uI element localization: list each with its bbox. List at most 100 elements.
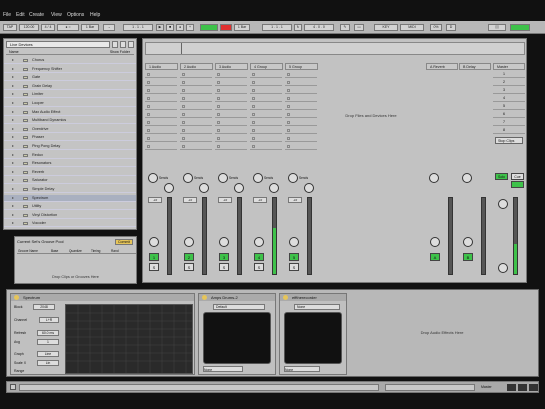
- clip-slot[interactable]: [250, 79, 282, 86]
- pan-knob[interactable]: [184, 237, 194, 247]
- clip-stop-icon[interactable]: [252, 113, 255, 116]
- external-display[interactable]: [284, 312, 342, 364]
- clip-slot[interactable]: [215, 127, 247, 134]
- clip-slot[interactable]: [180, 119, 212, 126]
- send-b-knob[interactable]: [199, 183, 209, 193]
- view-toggle-2[interactable]: [518, 384, 527, 391]
- expand-arrow-icon[interactable]: ▸: [12, 143, 14, 150]
- pan-knob[interactable]: [219, 237, 229, 247]
- clip-stop-icon[interactable]: [147, 129, 150, 132]
- cue-selector[interactable]: Cue: [511, 173, 524, 180]
- clip-stop-icon[interactable]: [182, 113, 185, 116]
- track-activator-button[interactable]: 5: [289, 253, 299, 261]
- clip-stop-icon[interactable]: [217, 113, 220, 116]
- scene-launch[interactable]: 3: [493, 87, 525, 94]
- clip-stop-icon[interactable]: [182, 145, 185, 148]
- scene-launch[interactable]: 5: [493, 103, 525, 110]
- clip-stop-icon[interactable]: [182, 89, 185, 92]
- clip-slot[interactable]: [285, 119, 317, 126]
- clip-stop-icon[interactable]: [217, 89, 220, 92]
- clip-stop-icon[interactable]: [217, 121, 220, 124]
- avg-field[interactable]: 1: [37, 339, 59, 345]
- volume-field[interactable]: -inf: [148, 197, 162, 203]
- status-toggle-icon[interactable]: [10, 384, 16, 390]
- clip-slot[interactable]: [145, 79, 177, 86]
- draw-mode-icon[interactable]: ✎: [340, 24, 350, 31]
- browser-item[interactable]: ▸ Overdrive: [4, 126, 136, 133]
- expand-arrow-icon[interactable]: ▸: [12, 195, 14, 202]
- return-send-knob[interactable]: [429, 173, 439, 183]
- automation-arm-button[interactable]: [220, 24, 232, 31]
- return-send-knob[interactable]: [462, 173, 472, 183]
- clip-slot[interactable]: [250, 71, 282, 78]
- clip-stop-icon[interactable]: [182, 105, 185, 108]
- track-activator-button[interactable]: 3: [219, 253, 229, 261]
- clip-slot[interactable]: [250, 111, 282, 118]
- key-map-button[interactable]: KEY: [374, 24, 398, 31]
- clip-stop-icon[interactable]: [252, 73, 255, 76]
- expand-arrow-icon[interactable]: ▸: [12, 83, 14, 90]
- track-activator-button[interactable]: 4: [254, 253, 264, 261]
- scene-launch[interactable]: 6: [493, 111, 525, 118]
- clip-slot[interactable]: [145, 127, 177, 134]
- browser-item[interactable]: ▸ Max Audio Effect: [4, 109, 136, 116]
- scale-x-select[interactable]: Lin: [37, 360, 59, 366]
- volume-field[interactable]: -inf: [183, 197, 197, 203]
- clip-stop-icon[interactable]: [287, 145, 290, 148]
- clip-slot[interactable]: [250, 87, 282, 94]
- metronome-toggle[interactable]: ● ○: [57, 24, 79, 31]
- clip-slot[interactable]: [180, 135, 212, 142]
- send-a-knob[interactable]: [253, 173, 263, 183]
- clip-stop-icon[interactable]: [182, 129, 185, 132]
- clip-slot[interactable]: [145, 111, 177, 118]
- menu-create[interactable]: Create: [29, 12, 44, 18]
- browser-item[interactable]: ▸ Vinyl Distortion: [4, 212, 136, 219]
- return-header[interactable]: A Reverb: [426, 63, 458, 70]
- send-b-knob[interactable]: [234, 183, 244, 193]
- clip-slot[interactable]: [145, 103, 177, 110]
- send-a-knob[interactable]: [183, 173, 193, 183]
- refresh-field[interactable]: 60.0 ms: [37, 330, 59, 336]
- browser-item[interactable]: ▸ Frequency Shifter: [4, 66, 136, 73]
- clip-stop-icon[interactable]: [287, 105, 290, 108]
- expand-arrow-icon[interactable]: ▸: [12, 152, 14, 159]
- scene-launch[interactable]: 4: [493, 95, 525, 102]
- clip-stop-icon[interactable]: [287, 81, 290, 84]
- view-toggle-3[interactable]: [529, 384, 538, 391]
- clip-stop-icon[interactable]: [287, 137, 290, 140]
- external-preset-select[interactable]: None: [294, 304, 340, 310]
- follow-icon[interactable]: →: [103, 24, 115, 31]
- browser-item[interactable]: ▸ Reverb: [4, 169, 136, 176]
- send-b-knob[interactable]: [269, 183, 279, 193]
- clip-stop-icon[interactable]: [182, 81, 185, 84]
- device-power-icon[interactable]: [14, 295, 19, 300]
- clip-slot[interactable]: [145, 119, 177, 126]
- clip-stop-icon[interactable]: [147, 97, 150, 100]
- clip-stop-icon[interactable]: [252, 89, 255, 92]
- clip-slot[interactable]: [215, 79, 247, 86]
- send-a-knob[interactable]: [218, 173, 228, 183]
- master-header[interactable]: Master: [493, 63, 525, 70]
- clip-slot[interactable]: [285, 95, 317, 102]
- browser-item[interactable]: ▸ Spectrum: [4, 194, 136, 202]
- computer-keyboard-icon[interactable]: ▭: [354, 24, 364, 31]
- clip-slot[interactable]: [145, 135, 177, 142]
- clip-slot[interactable]: [180, 111, 212, 118]
- clip-stop-icon[interactable]: [252, 129, 255, 132]
- loop-start-field[interactable]: 1 . 1 . 1: [262, 24, 292, 31]
- browser-back-icon[interactable]: [112, 41, 118, 48]
- clip-stop-icon[interactable]: [217, 105, 220, 108]
- expand-arrow-icon[interactable]: ▸: [12, 186, 14, 193]
- drum-power-icon[interactable]: [202, 295, 207, 300]
- clip-slot[interactable]: [215, 119, 247, 126]
- scene-launch[interactable]: 7: [493, 119, 525, 126]
- clip-slot[interactable]: [285, 79, 317, 86]
- expand-arrow-icon[interactable]: ▸: [12, 66, 14, 73]
- view-toggle-1[interactable]: [507, 384, 516, 391]
- track-header[interactable]: 5 Group: [285, 63, 318, 70]
- return-pan-knob[interactable]: [430, 237, 440, 247]
- browser-item[interactable]: ▸ Grain Delay: [4, 83, 136, 90]
- clip-stop-icon[interactable]: [217, 129, 220, 132]
- clip-stop-icon[interactable]: [217, 73, 220, 76]
- expand-arrow-icon[interactable]: ▸: [12, 160, 14, 167]
